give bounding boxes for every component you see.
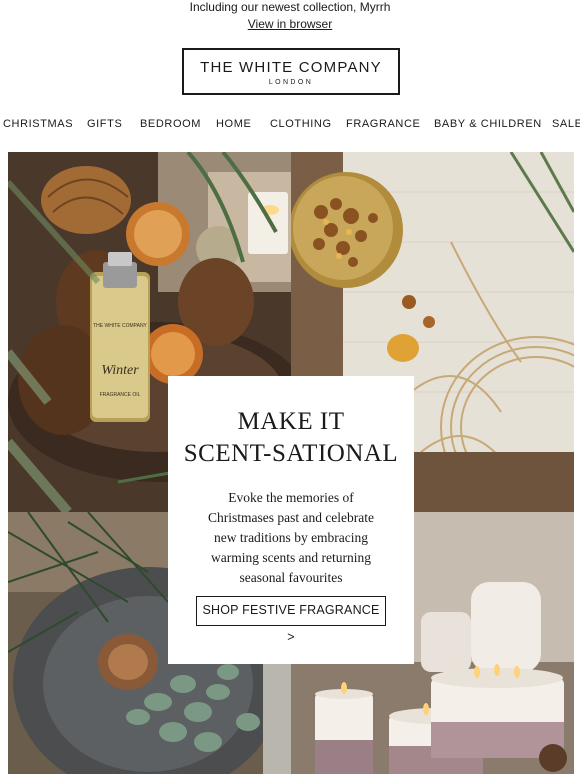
hero-description-line: Evoke the memories of: [228, 490, 354, 505]
hero-title-line1: MAKE IT: [237, 408, 345, 435]
nav-item-clothing[interactable]: CLOTHING: [270, 118, 332, 130]
logo-title: THE WHITE COMPANY: [200, 59, 382, 76]
bottle-label-brand: THE WHITE COMPANY: [93, 323, 147, 329]
preheader-tagline: Including our newest collection, Myrrh: [189, 0, 391, 14]
bottle-label-type: FRAGRANCE OIL: [100, 392, 141, 398]
shop-festive-fragrance-button[interactable]: SHOP FESTIVE FRAGRANCE >: [196, 596, 386, 644]
hero-description-line: Christmases past and celebrate: [207, 510, 375, 525]
hero-banner[interactable]: THE WHITE COMPANY Winter FRAGRANCE OIL M…: [8, 152, 574, 774]
hero-title-line2: SCENT-SATIONAL: [183, 440, 399, 467]
bottle-label-name: Winter: [101, 363, 139, 378]
preheader: Including our newest collection, Myrrh V…: [0, 0, 580, 32]
logo-subtitle: LONDON: [268, 79, 314, 86]
main-nav: CHRISTMAS GIFTS BEDROOM HOME CLOTHING FR…: [0, 118, 580, 134]
brand-logo[interactable]: THE WHITE COMPANY LONDON: [182, 48, 400, 95]
hero-description-line: warming scents and returning: [210, 550, 372, 565]
hero-text-card: MAKE IT SCENT-SATIONAL Evoke the memorie…: [168, 376, 414, 664]
hero-description-line: seasonal favourites: [239, 570, 343, 585]
hero-title: MAKE IT SCENT-SATIONAL: [168, 406, 414, 470]
nav-item-bedroom[interactable]: BEDROOM: [140, 118, 201, 130]
nav-item-gifts[interactable]: GIFTS: [87, 118, 122, 130]
nav-item-christmas[interactable]: CHRISTMAS: [3, 118, 73, 130]
nav-item-fragrance[interactable]: FRAGRANCE: [346, 118, 420, 130]
nav-item-sale[interactable]: SALE: [552, 118, 580, 130]
nav-item-home[interactable]: HOME: [216, 118, 251, 130]
hero-description: Evoke the memories of Christmases past a…: [168, 488, 414, 588]
hero-description-line: new traditions by embracing: [213, 530, 369, 545]
view-in-browser-link[interactable]: View in browser: [0, 17, 580, 32]
nav-item-baby-children[interactable]: BABY & CHILDREN: [434, 118, 542, 130]
